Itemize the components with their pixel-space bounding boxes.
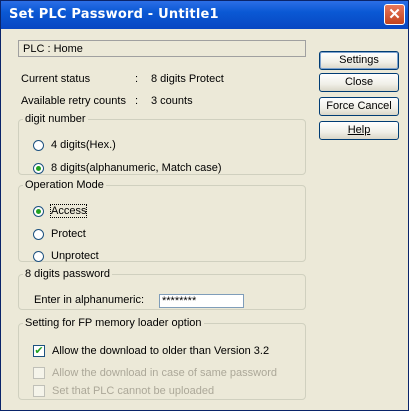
password-legend: 8 digits password (25, 268, 110, 280)
password-input[interactable]: ******** (159, 294, 244, 308)
radio-selected-icon (33, 162, 44, 174)
mode-access-radio[interactable]: Access (33, 204, 88, 218)
digit-8-radio[interactable]: 8 digits(alphanumeric, Match case) (33, 162, 222, 174)
close-icon: ✕ (388, 6, 401, 23)
window-title: Set PLC Password - Untitle1 (9, 7, 219, 22)
checkbox-icon (33, 385, 45, 397)
password-label: Enter in alphanumeric: (34, 294, 145, 306)
force-cancel-button[interactable]: Force Cancel (319, 97, 399, 116)
mode-access-label: Access (49, 204, 88, 218)
colon: : (135, 95, 139, 107)
allow-same-password-checkbox[interactable]: Allow the download in case of same passw… (33, 367, 277, 379)
help-button[interactable]: Help (319, 121, 399, 140)
digit-number-legend: digit number (25, 113, 86, 125)
fp-loader-legend: Setting for FP memory loader option (25, 317, 202, 329)
check-icon: ✔ (33, 345, 45, 357)
mode-protect-label: Protect (51, 228, 86, 240)
digit-8-label: 8 digits(alphanumeric, Match case) (51, 162, 222, 174)
radio-icon (33, 228, 44, 240)
current-status-label: Current status (21, 73, 91, 85)
plc-label: PLC : Home (23, 43, 83, 55)
dialog-window: Set PLC Password - Untitle1 ✕ PLC : Home… (0, 0, 409, 411)
digit-4-radio[interactable]: 4 digits(Hex.) (33, 139, 116, 151)
digit-number-group: digit number 4 digits(Hex.) 8 digits(alp… (18, 113, 306, 175)
checkbox-icon (33, 367, 45, 379)
mode-unprotect-label: Unprotect (51, 250, 99, 262)
radio-icon (33, 139, 44, 151)
no-upload-checkbox[interactable]: Set that PLC cannot be uploaded (33, 385, 214, 397)
allow-older-version-checkbox[interactable]: ✔ Allow the download to older than Versi… (33, 345, 269, 357)
current-status-value: 8 digits Protect (151, 73, 224, 85)
fp-loader-group: Setting for FP memory loader option ✔ Al… (18, 317, 306, 400)
allow-older-version-label: Allow the download to older than Version… (52, 345, 270, 357)
operation-mode-group: Operation Mode Access Protect Unprotect (18, 179, 306, 262)
no-upload-label: Set that PLC cannot be uploaded (52, 385, 215, 397)
operation-mode-legend: Operation Mode (25, 179, 104, 191)
mode-protect-radio[interactable]: Protect (33, 228, 86, 240)
digit-4-label: 4 digits(Hex.) (51, 139, 116, 151)
close-window-button[interactable]: ✕ (384, 4, 405, 25)
retry-count-value: 3 counts (151, 95, 193, 107)
allow-same-password-label: Allow the download in case of same passw… (52, 367, 278, 379)
close-button[interactable]: Close (319, 73, 399, 92)
plc-name-box: PLC : Home (18, 40, 306, 57)
colon: : (135, 73, 139, 85)
settings-button[interactable]: Settings (319, 51, 399, 70)
title-bar[interactable]: Set PLC Password - Untitle1 ✕ (1, 1, 408, 29)
radio-selected-icon (33, 205, 44, 217)
password-group: 8 digits password Enter in alphanumeric:… (18, 268, 306, 310)
help-label: Help (347, 124, 371, 136)
mode-unprotect-radio[interactable]: Unprotect (33, 250, 99, 262)
retry-count-label: Available retry counts (21, 95, 126, 107)
radio-icon (33, 250, 44, 262)
